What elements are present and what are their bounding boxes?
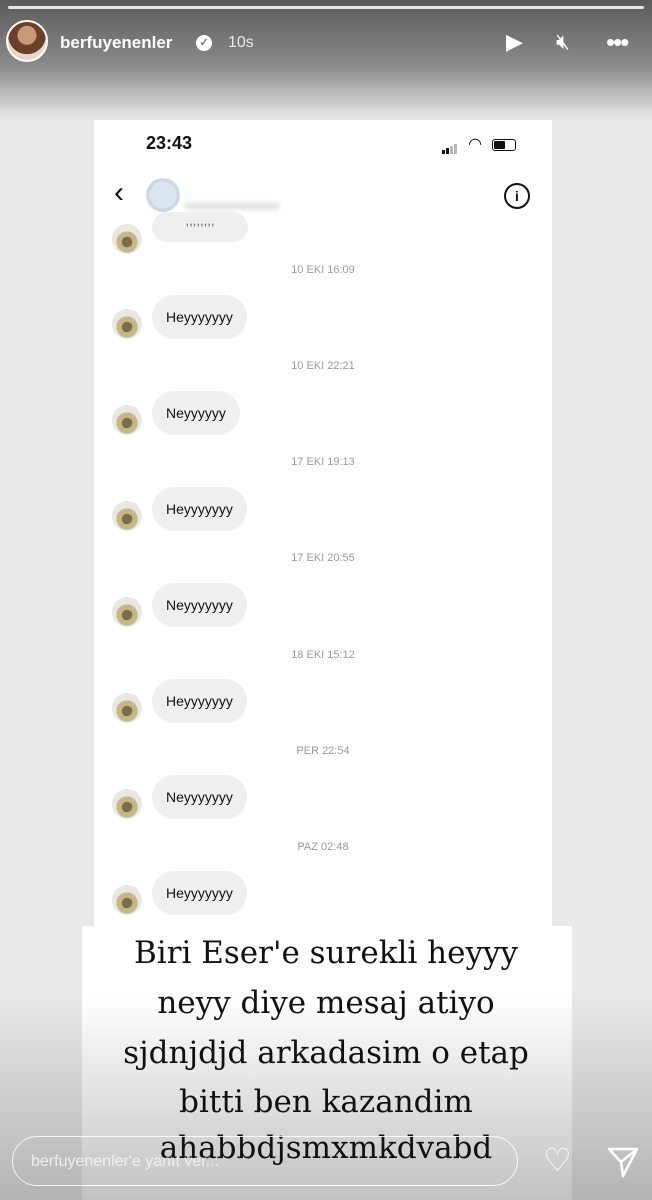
caption-line: neyy diye mesaj atiyo [157, 985, 495, 1021]
message-timestamp: PAZ 02:48 [297, 841, 349, 853]
reply-input[interactable]: berfuyenenler'e yanıt ver... [12, 1136, 518, 1186]
caption-line: bitti ben kazandim [179, 1084, 473, 1120]
story-header [0, 0, 652, 120]
chat-screenshot: 23:43 ◠ ‹ i ,,,,,,,, 10 EKI 16:09 Heyyyy… [94, 120, 552, 940]
message-bubble-partial: ,,,,,,,, [152, 212, 248, 242]
signal-icon [442, 138, 458, 154]
back-icon: ‹ [114, 176, 124, 209]
wifi-icon: ◠ [468, 136, 483, 153]
message-avatar [112, 405, 142, 435]
message-timestamp: 18 EKI 15:12 [291, 649, 355, 661]
heart-icon[interactable]: ♡ [543, 1143, 572, 1177]
message-timestamp: 10 EKI 22:21 [291, 360, 355, 372]
message-avatar [112, 309, 142, 339]
message-timestamp: 17 EKI 20:55 [291, 552, 355, 564]
message-bubble: Heyyyyyyy [152, 295, 247, 339]
contact-avatar [146, 178, 180, 212]
play-icon[interactable]: ▶ [506, 30, 523, 54]
story-progress-bar [8, 6, 644, 9]
more-icon[interactable]: ••• [606, 29, 629, 55]
story-avatar[interactable] [6, 20, 48, 62]
message-timestamp: PER 22:54 [296, 745, 350, 757]
reply-placeholder: berfuyenenler'e yanıt ver... [31, 1153, 220, 1170]
message-bubble: Neyyyyyyy [152, 775, 247, 819]
message-bubble: Heyyyyyyy [152, 487, 247, 531]
message-avatar [112, 885, 142, 915]
message-bubble: Heyyyyyyy [152, 871, 247, 915]
message-bubble: Neyyyyyy [152, 391, 240, 435]
message-timestamp: 10 EKI 16:09 [291, 264, 355, 276]
message-avatar [112, 597, 142, 627]
info-icon: i [504, 183, 530, 209]
mute-icon[interactable]: 🔇︎ [556, 30, 570, 54]
story-username[interactable]: berfuyenenler [60, 33, 172, 53]
caption-line: Biri Eser'e surekli heyyy [133, 935, 519, 971]
message-avatar [112, 693, 142, 723]
message-bubble: Neyyyyyyy [152, 583, 247, 627]
message-avatar [112, 224, 142, 254]
story-time-ago: 10s [228, 34, 254, 51]
battery-icon [492, 139, 516, 152]
contact-name-blurred [184, 202, 280, 210]
message-timestamp: 17 EKI 19:13 [291, 456, 355, 468]
status-time: 23:43 [146, 133, 193, 153]
send-icon[interactable] [606, 1145, 640, 1184]
status-icons: ◠ [442, 134, 516, 154]
message-bubble: Heyyyyyyy [152, 679, 247, 723]
verified-badge-icon: ✓ [196, 35, 212, 51]
message-avatar [112, 789, 142, 819]
caption-line: sjdnjdjd arkadasim o etap [123, 1035, 529, 1071]
message-avatar [112, 501, 142, 531]
